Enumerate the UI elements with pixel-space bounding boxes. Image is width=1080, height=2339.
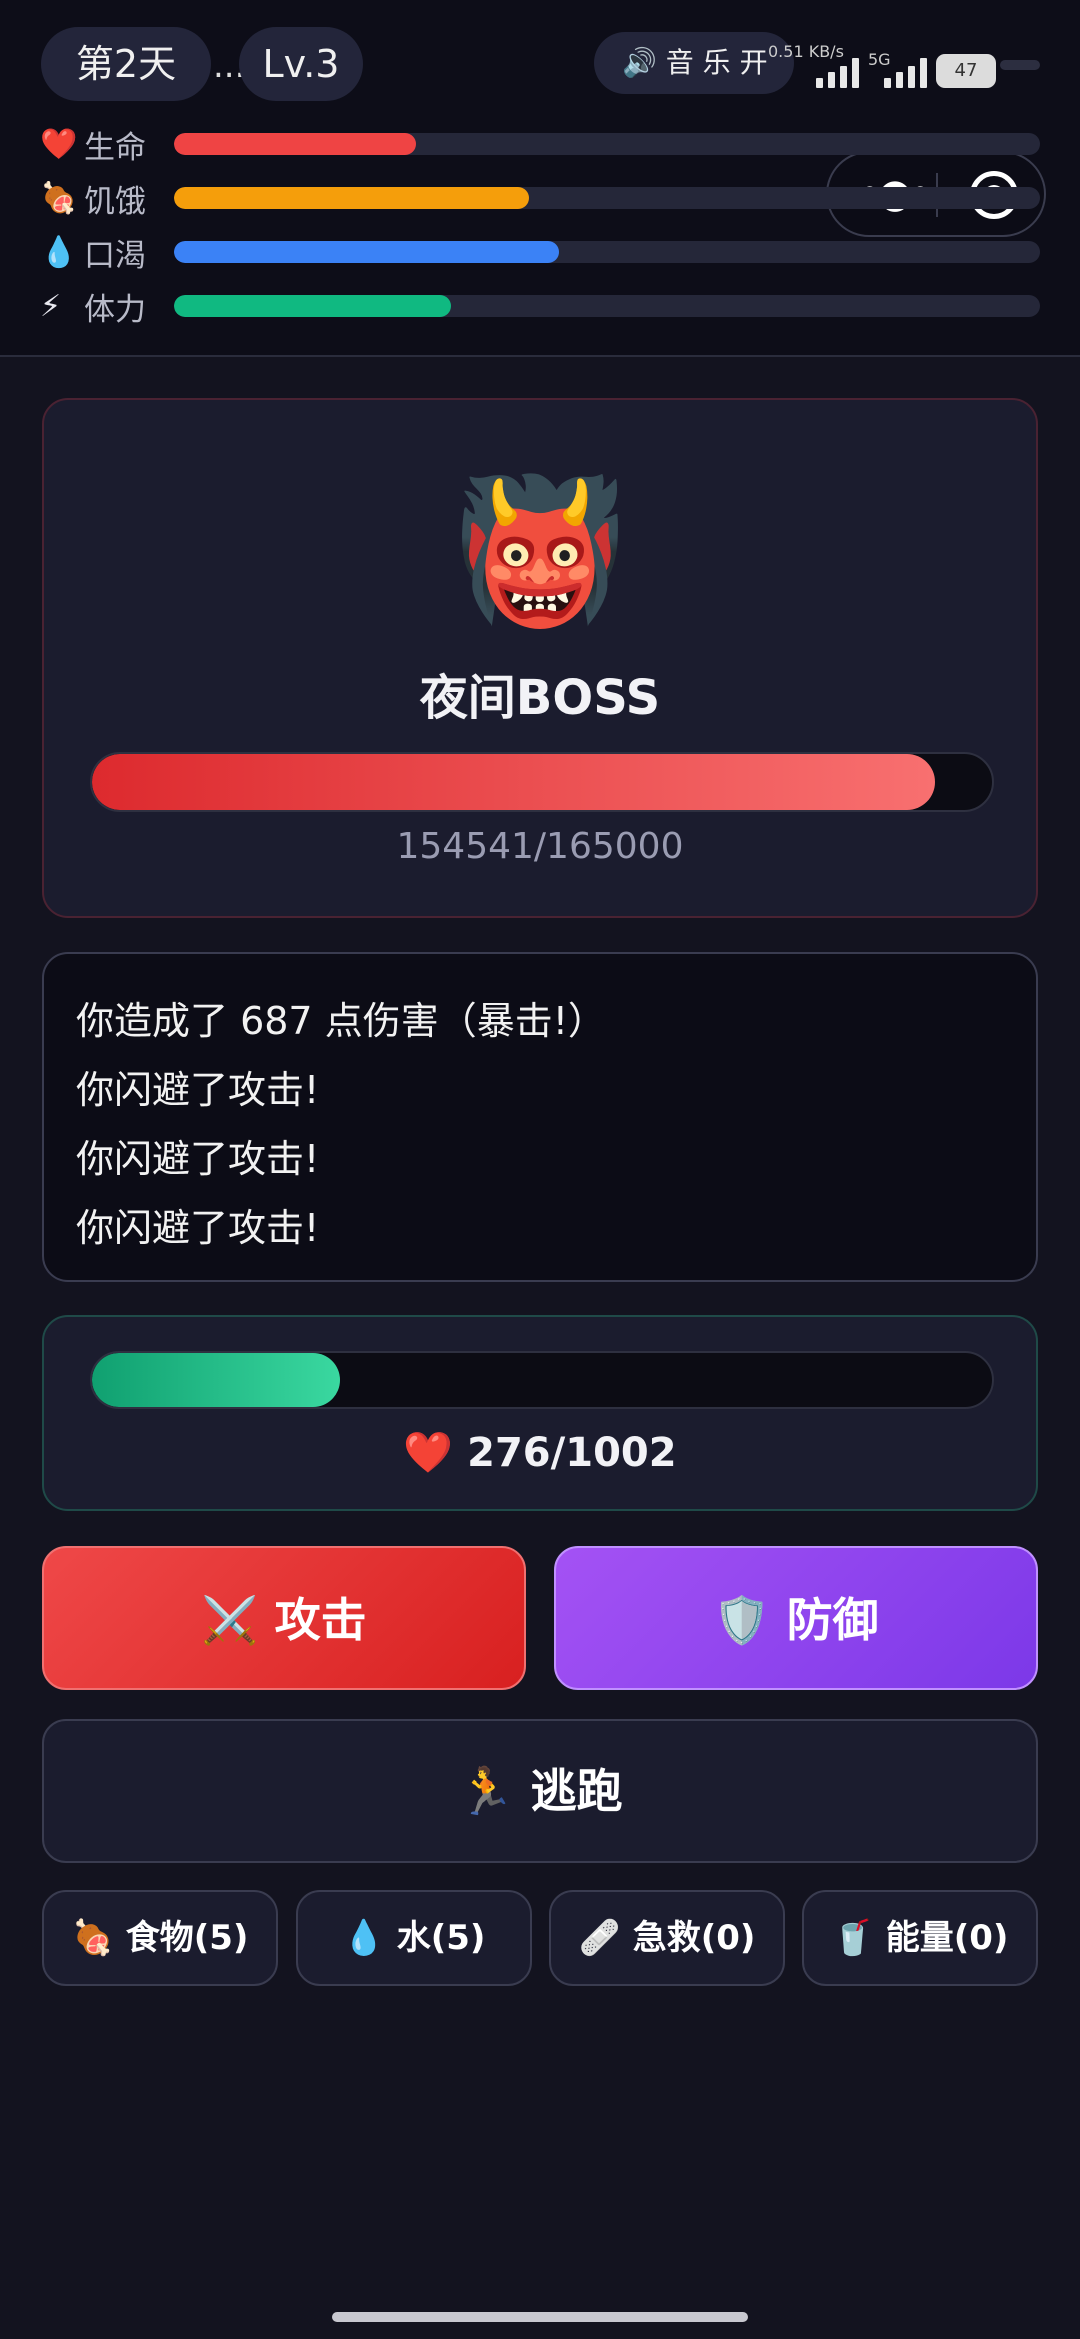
food-item-button[interactable]: 🍖 食物(5) (42, 1890, 278, 1986)
meat-icon: 🍖 (40, 180, 78, 216)
energy-item-button[interactable]: 🥤 能量(0) (802, 1890, 1038, 1986)
thirst-bar-fill (174, 241, 560, 263)
player-hp-text: ❤️ 276/1002 (403, 1430, 677, 1476)
boss-hp-bar (90, 752, 994, 812)
hunger-bar (174, 187, 1040, 209)
music-toggle-button[interactable]: 🔊 音 乐 开 (594, 32, 794, 94)
player-hp-bar (90, 1351, 994, 1409)
droplet-icon: 💧 (40, 234, 78, 270)
lightning-icon: ⚡ (40, 288, 62, 324)
thirst-bar (174, 241, 1040, 263)
day-counter: 第2天 (41, 27, 211, 101)
log-line: 你闪避了攻击! (76, 1137, 320, 1181)
level-badge: Lv.3 (239, 27, 363, 101)
water-item-button[interactable]: 💧 水(5) (296, 1890, 532, 1986)
signal-icon-2 (884, 56, 927, 88)
stat-stamina: ⚡ 体力 (40, 286, 146, 328)
health-bar-fill (174, 133, 417, 155)
stat-label: 饥饿 (84, 183, 146, 220)
player-hp-fill (92, 1353, 340, 1407)
top-status-panel: 第2天 ... Lv.3 🔊 音 乐 开 0.51 KB/s 5G 47 •●•… (0, 0, 1080, 357)
stat-label: 生命 (84, 129, 146, 166)
attack-button[interactable]: ⚔️ 攻击 (42, 1546, 526, 1690)
battery-icon: 47 (936, 54, 996, 88)
log-line: 你造成了 687 点伤害（暴击!） (76, 999, 606, 1043)
signal-icon (816, 56, 859, 88)
flee-button[interactable]: 🏃 逃跑 (42, 1719, 1038, 1863)
stamina-bar-fill (174, 295, 452, 317)
stat-thirst: 💧 口渴 (40, 232, 146, 274)
stat-health: ❤️ 生命 (40, 124, 146, 166)
ogre-icon: 👹 (452, 470, 628, 633)
defend-button[interactable]: 🛡️ 防御 (554, 1546, 1038, 1690)
stat-label: 口渴 (84, 237, 146, 274)
boss-name: 夜间BOSS (419, 670, 661, 726)
player-hp-card: ❤️ 276/1002 (42, 1315, 1038, 1511)
boss-hp-fill (92, 754, 936, 810)
boss-card: 👹 夜间BOSS 154541/165000 (42, 398, 1038, 918)
stamina-bar (174, 295, 1040, 317)
firstaid-item-button[interactable]: 🩹 急救(0) (549, 1890, 785, 1986)
heart-icon: ❤️ (40, 126, 78, 162)
log-line: 你闪避了攻击! (76, 1206, 320, 1250)
health-bar (174, 133, 1040, 155)
stat-label: 体力 (84, 291, 146, 328)
boss-hp-text: 154541/165000 (396, 826, 684, 867)
stat-hunger: 🍖 饥饿 (40, 178, 146, 220)
hunger-bar-fill (174, 187, 530, 209)
battle-log: 你造成了 687 点伤害（暴击!） 你闪避了攻击! 你闪避了攻击! 你闪避了攻击… (42, 952, 1038, 1282)
top-decor-bar (1000, 60, 1040, 70)
log-line: 你闪避了攻击! (76, 1068, 320, 1112)
home-indicator (332, 2312, 748, 2322)
